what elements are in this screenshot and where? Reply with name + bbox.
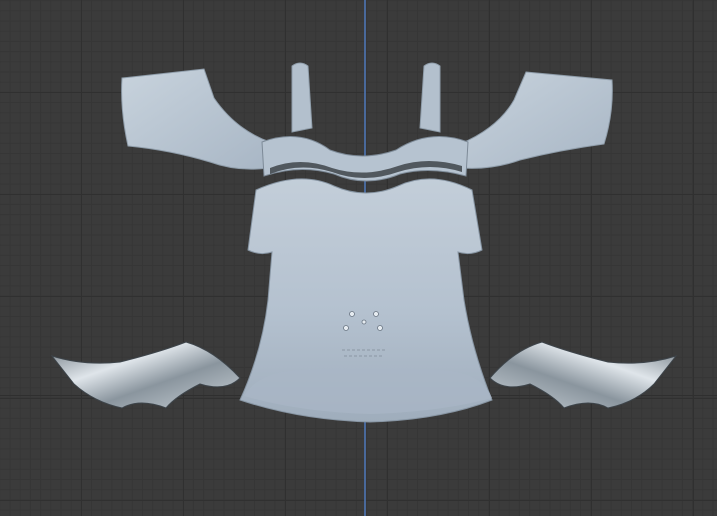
- right-strap[interactable]: [419, 62, 441, 133]
- 3d-viewport[interactable]: [0, 0, 717, 516]
- right-sleeve[interactable]: [459, 71, 613, 169]
- left-strap[interactable]: [291, 62, 313, 133]
- left-sleeve[interactable]: [121, 68, 271, 170]
- garment-model[interactable]: [0, 0, 717, 516]
- left-arm-piece[interactable]: [50, 341, 241, 409]
- right-arm-piece[interactable]: [489, 341, 678, 409]
